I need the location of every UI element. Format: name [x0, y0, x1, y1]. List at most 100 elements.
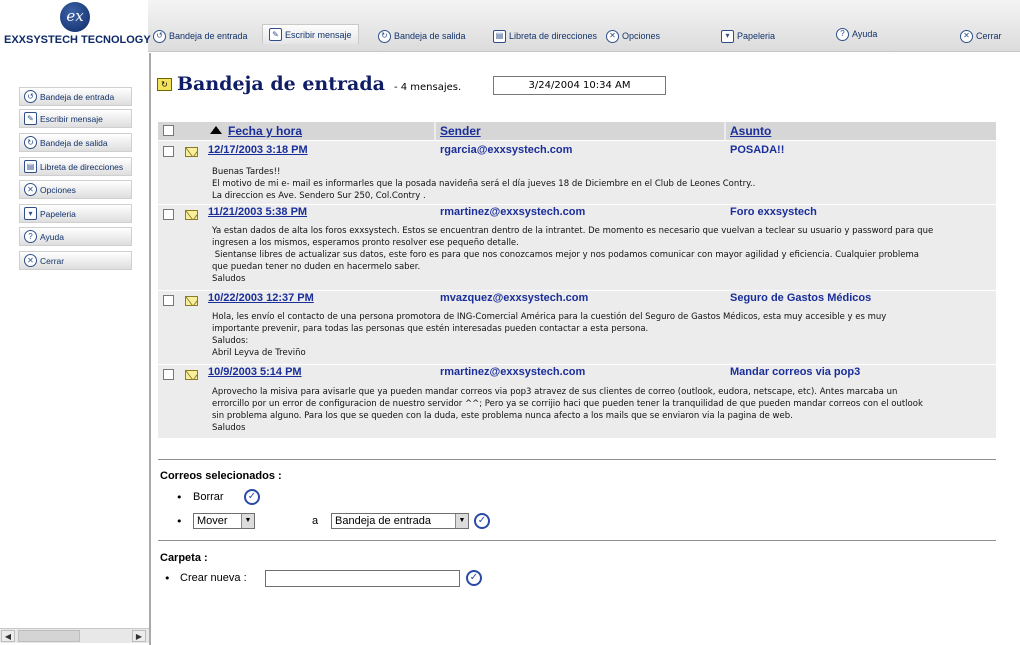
- scroll-left-arrow-icon[interactable]: ◀: [1, 630, 15, 642]
- brand-logo-mark: ex: [60, 2, 90, 32]
- options-icon: ✕: [24, 183, 37, 196]
- help-icon: ?: [836, 27, 849, 41]
- message-checkbox[interactable]: [163, 295, 174, 306]
- sidebar-item-inbox[interactable]: ↺ Bandeja de entrada: [19, 87, 132, 106]
- brand-name: EXXSYSTECH TECNOLOGY: [4, 34, 151, 46]
- envelope-icon: [185, 210, 198, 220]
- delete-label: Borrar: [193, 491, 224, 503]
- tab-label: Papeleria: [737, 31, 776, 41]
- tab-close[interactable]: ✕ Cerrar: [960, 26, 1002, 46]
- current-datetime: 3/24/2004 10:34 AM: [493, 76, 666, 95]
- message-subject[interactable]: Mandar correos via pop3: [730, 366, 860, 378]
- message-checkbox[interactable]: [163, 146, 174, 157]
- trash-icon: ▾: [24, 207, 37, 220]
- tab-outbox[interactable]: ↻ Bandeja de salida: [378, 26, 466, 46]
- new-folder-input[interactable]: [265, 570, 460, 587]
- column-sender[interactable]: Sender: [436, 122, 724, 140]
- section-divider: [158, 540, 996, 541]
- select-all-checkbox[interactable]: [163, 125, 174, 136]
- column-date[interactable]: Fecha y hora: [228, 122, 302, 140]
- inbox-icon: ↺: [24, 90, 37, 103]
- sidebar-item-label: Escribir mensaje: [40, 113, 103, 124]
- sidebar-item-address-book[interactable]: ▤ Libreta de direcciones: [19, 157, 132, 176]
- tab-label: Ayuda: [852, 29, 878, 39]
- inbox-icon: ↺: [153, 29, 166, 43]
- sidebar-item-trash[interactable]: ▾ Papeleria: [19, 204, 132, 223]
- create-folder-go-icon[interactable]: ✓: [466, 570, 482, 586]
- inbox-table: Fecha y hora Sender Asunto 12/17/2003 3:…: [158, 122, 996, 438]
- trash-icon: ▾: [721, 29, 734, 43]
- outbox-icon: ↻: [378, 29, 391, 43]
- move-action-select[interactable]: Mover ▼: [193, 513, 255, 529]
- message-preview: Buenas Tardes!! El motivo de mi e- mail …: [212, 167, 756, 201]
- sidebar-item-help[interactable]: ? Ayuda: [19, 227, 132, 246]
- row-divider: [158, 140, 996, 141]
- bullet: •: [176, 515, 183, 528]
- envelope-icon: [185, 147, 198, 157]
- selected-mail-title: Correos selecionados :: [160, 470, 282, 482]
- sidebar-item-close[interactable]: ✕ Cerrar: [19, 251, 132, 270]
- sidebar-horizontal-scrollbar[interactable]: ◀ ▶: [0, 628, 149, 643]
- message-subject[interactable]: POSADA!!: [730, 144, 784, 156]
- scroll-right-arrow-icon[interactable]: ▶: [132, 630, 146, 642]
- compose-icon: ✎: [269, 28, 282, 41]
- message-preview: Aprovecho la misiva para avisarle que ya…: [212, 387, 923, 433]
- sidebar-item-label: Papeleria: [40, 208, 76, 219]
- envelope-icon: [185, 296, 198, 306]
- message-date-link[interactable]: 11/21/2003 5:38 PM: [208, 206, 307, 218]
- message-preview: Ya estan dados de alta los foros exxsyst…: [212, 226, 934, 284]
- tab-inbox[interactable]: ↺ Bandeja de entrada: [153, 26, 248, 46]
- tab-label: Bandeja de salida: [394, 31, 466, 41]
- tab-label: Opciones: [622, 31, 661, 41]
- chevron-down-icon: ▼: [241, 514, 254, 528]
- page-header: ↻ Bandeja de entrada - 4 mensajes.: [157, 71, 461, 97]
- inbox-title-icon: ↻: [157, 77, 172, 91]
- message-date-link[interactable]: 12/17/2003 3:18 PM: [208, 144, 308, 156]
- sidebar-item-label: Cerrar: [40, 255, 65, 266]
- message-preview: Hola, les envío el contacto de una perso…: [212, 312, 887, 358]
- outbox-icon: ↻: [24, 136, 37, 149]
- tab-help[interactable]: ? Ayuda: [836, 24, 877, 44]
- close-icon: ✕: [960, 29, 973, 43]
- sidebar: ↺ Bandeja de entrada ✎ Escribir mensaje …: [0, 53, 151, 645]
- message-checkbox[interactable]: [163, 209, 174, 220]
- close-icon: ✕: [24, 254, 37, 267]
- compose-icon: ✎: [24, 112, 37, 125]
- message-count: - 4 mensajes.: [393, 82, 462, 93]
- sort-ascending-icon[interactable]: [210, 126, 222, 134]
- tab-label: Libreta de direcciones: [509, 31, 598, 41]
- sidebar-item-label: Bandeja de salida: [40, 137, 108, 148]
- envelope-icon: [185, 370, 198, 380]
- column-subject[interactable]: Asunto: [726, 122, 996, 140]
- message-sender: mvazquez@exxsystech.com: [440, 292, 589, 304]
- tab-label: Escribir mensaje: [285, 29, 352, 40]
- create-folder-label: Crear nueva :: [180, 572, 247, 584]
- tab-compose[interactable]: ✎ Escribir mensaje: [262, 24, 359, 44]
- message-subject[interactable]: Foro exxsystech: [730, 206, 817, 218]
- tab-address-book[interactable]: ▤ Libreta de direcciones: [493, 26, 597, 46]
- scrollbar-thumb[interactable]: [18, 630, 80, 642]
- delete-go-icon[interactable]: ✓: [244, 489, 260, 505]
- move-action-value: Mover: [197, 515, 228, 527]
- message-checkbox[interactable]: [163, 369, 174, 380]
- brand-logo: ex EXXSYSTECH TECNOLOGY: [0, 0, 151, 52]
- message-date-link[interactable]: 10/9/2003 5:14 PM: [208, 366, 302, 378]
- sidebar-item-label: Opciones: [40, 184, 76, 195]
- message-subject[interactable]: Seguro de Gastos Médicos: [730, 292, 871, 304]
- message-date-link[interactable]: 10/22/2003 12:37 PM: [208, 292, 314, 304]
- tab-options[interactable]: ✕ Opciones: [606, 26, 660, 46]
- sidebar-item-outbox[interactable]: ↻ Bandeja de salida: [19, 133, 132, 152]
- address-book-icon: ▤: [493, 29, 506, 43]
- bullet: •: [176, 491, 183, 504]
- folder-select-value: Bandeja de entrada: [335, 515, 432, 527]
- top-bar: ex EXXSYSTECH TECNOLOGY ↺ Bandeja de ent…: [0, 0, 1020, 52]
- tab-trash[interactable]: ▾ Papeleria: [721, 26, 775, 46]
- sidebar-item-options[interactable]: ✕ Opciones: [19, 180, 132, 199]
- move-go-icon[interactable]: ✓: [474, 513, 490, 529]
- folder-select[interactable]: Bandeja de entrada ▼: [331, 513, 469, 529]
- row-divider: [158, 364, 996, 365]
- message-sender: rmartinez@exxsystech.com: [440, 206, 586, 218]
- folder-section-title: Carpeta :: [160, 552, 208, 564]
- message-sender: rgarcia@exxsystech.com: [440, 144, 573, 156]
- sidebar-item-compose[interactable]: ✎ Escribir mensaje: [19, 109, 132, 128]
